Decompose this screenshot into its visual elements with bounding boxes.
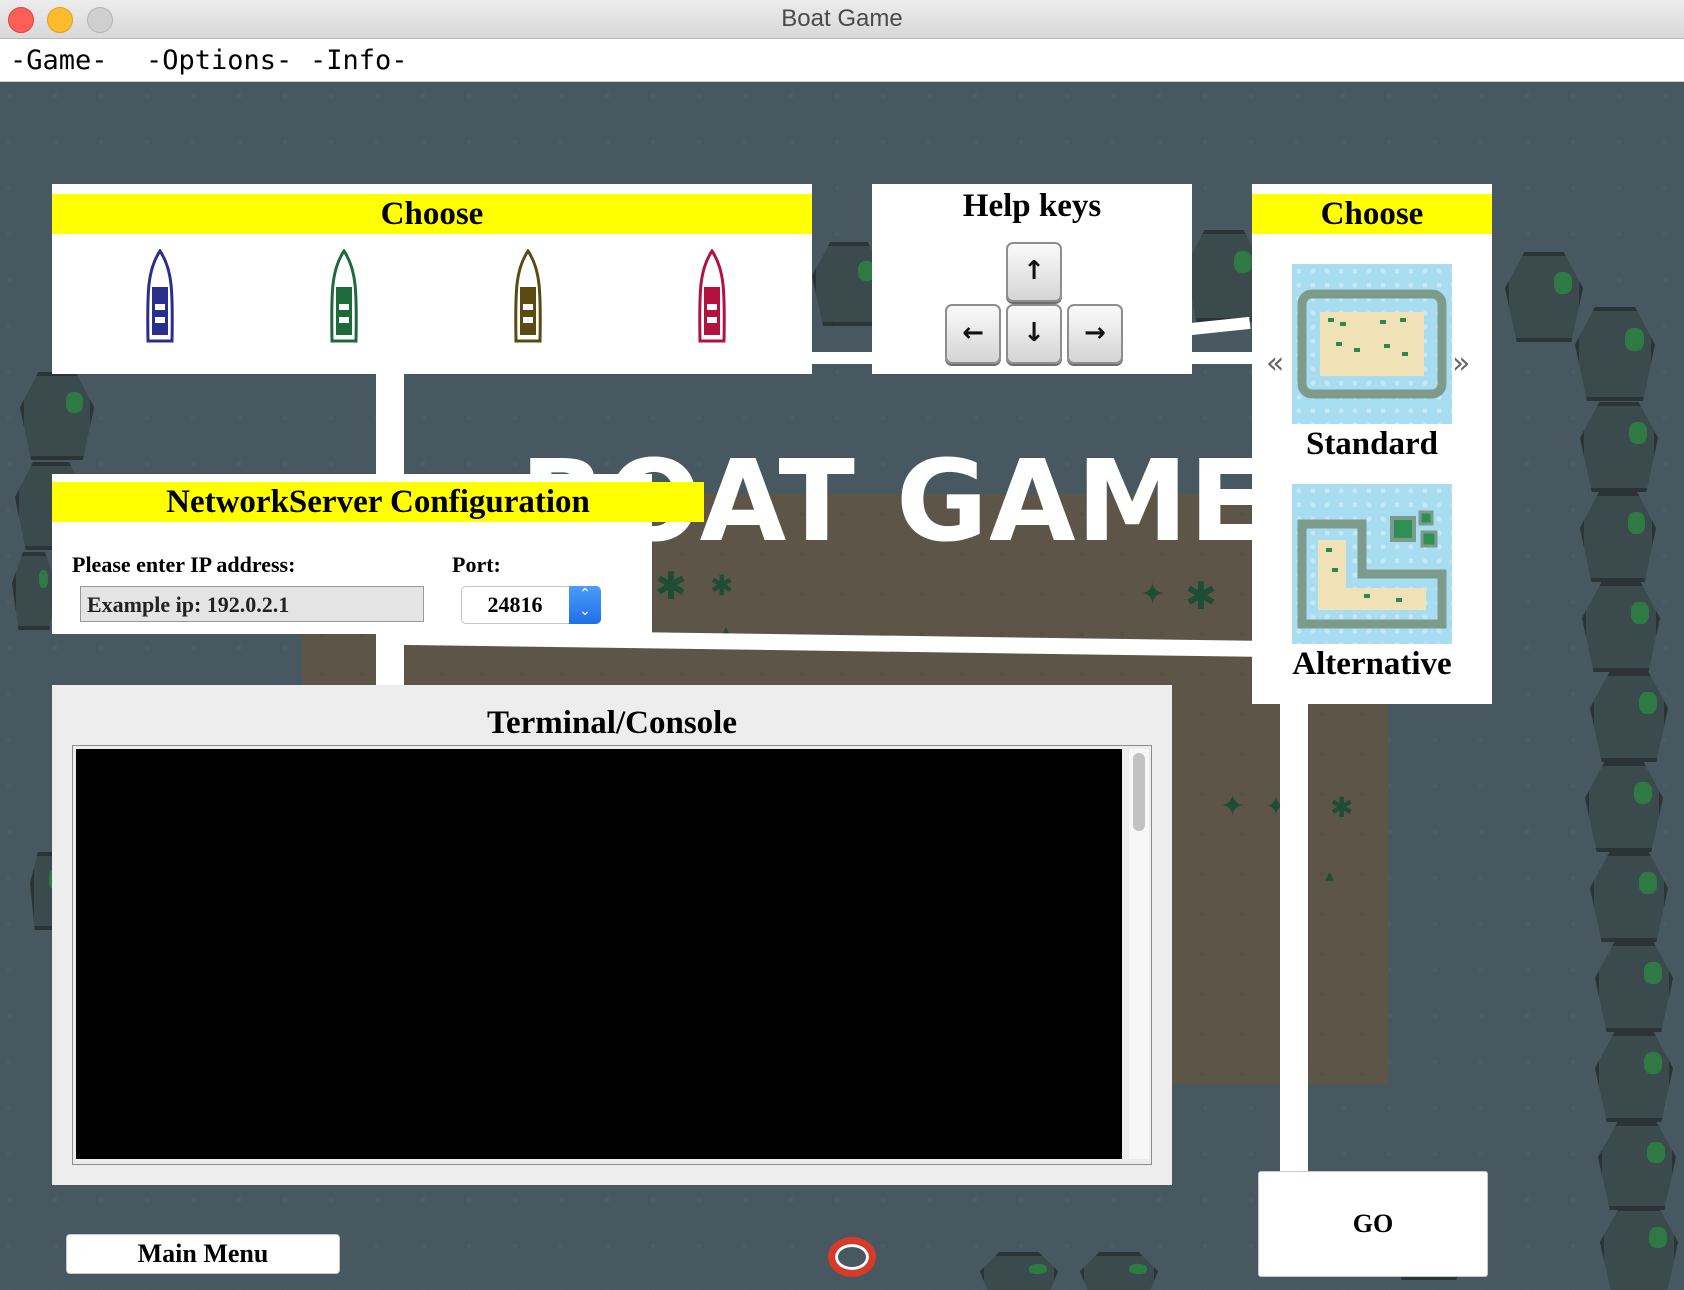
rock [1585,762,1663,852]
network-config-heading: NetworkServer Configuration [52,482,704,522]
window-titlebar: Boat Game [0,0,1684,39]
rock [1598,1122,1676,1210]
rock [1505,252,1583,342]
rock [1580,492,1656,582]
blue-boat-icon [146,248,174,343]
help-keys-panel: Help keys ↑ ← ↓ → [872,184,1192,374]
console-frame [72,745,1152,1165]
olive-boat[interactable] [508,248,548,349]
olive-boat-icon [514,248,542,343]
tree-icon: ▴ [1325,865,1335,886]
rock [1080,1252,1158,1290]
console-output[interactable] [76,749,1122,1159]
prev-map-arrow-icon[interactable]: « [1266,346,1284,381]
console-panel: Terminal/Console [52,685,1172,1185]
life-ring [828,1237,876,1277]
red-boat[interactable] [692,248,732,349]
menu-game[interactable]: -Game- [10,45,108,76]
green-boat-icon [330,248,358,343]
rock [980,1252,1058,1290]
port-spinner[interactable]: 24816 ⌃ ⌄ [461,586,601,624]
standard-map-icon [1297,289,1447,399]
menu-options[interactable]: -Options- [146,45,292,76]
tree-icon: ✱ [1330,791,1354,824]
map-standard-thumbnail[interactable] [1292,264,1452,424]
map-picker-panel: Choose « » Standard Alternative [1252,184,1492,704]
tree-icon: ✦ [1140,577,1166,612]
main-menu-button[interactable]: Main Menu [66,1234,340,1274]
ip-address-input[interactable]: Example ip: 192.0.2.1 [80,586,424,622]
rock [1595,1032,1673,1122]
tree-icon: ✱ [710,569,734,602]
chevron-down-icon[interactable]: ⌄ [569,603,601,620]
rock [1595,942,1673,1032]
console-heading: Terminal/Console [487,705,737,741]
rock [1600,1207,1678,1290]
rock [1575,307,1655,401]
tree-icon: ✱ [655,564,687,608]
map-standard-label: Standard [1305,426,1439,462]
chevron-up-icon[interactable]: ⌃ [569,586,601,603]
port-label: Port: [452,552,501,577]
menu-bar: -Game- -Options- -Info- [0,39,1684,82]
arrow-right-key-icon: → [1067,304,1123,364]
blue-boat[interactable] [140,248,180,349]
rock [1582,582,1660,672]
map-alternative-label: Alternative [1292,646,1452,682]
rock [1590,852,1668,942]
arrow-left-key-icon: ← [945,304,1001,364]
boat-picker-heading: Choose [52,194,812,234]
ip-address-label: Please enter IP address: [72,552,296,577]
red-boat-icon [698,248,726,343]
window-title: Boat Game [781,5,903,32]
green-boat[interactable] [324,248,364,349]
boat-picker-panel: Choose [52,184,812,374]
next-map-arrow-icon[interactable]: » [1452,346,1470,381]
rock [1590,672,1668,762]
port-value: 24816 [487,592,543,617]
rock [12,552,56,630]
port-stepper[interactable]: ⌃ ⌄ [569,586,601,624]
help-keys-heading: Help keys [962,188,1102,224]
map-picker-heading: Choose [1252,194,1492,234]
map-alternative-thumbnail[interactable] [1292,484,1452,644]
tree-icon: ✦ [1220,789,1246,824]
go-button[interactable]: GO [1258,1171,1488,1277]
menu-info[interactable]: -Info- [310,45,408,76]
alternative-map-icon [1297,510,1447,629]
tree-icon: ✱ [1185,574,1217,618]
network-config-panel: NetworkServer Configuration Please enter… [52,474,704,634]
console-scrollbar[interactable] [1129,749,1149,1159]
arrow-down-key-icon: ↓ [1006,304,1062,364]
rock [1580,402,1658,492]
rock [20,372,94,460]
arrow-up-key-icon: ↑ [1006,242,1062,302]
console-scroll-thumb[interactable] [1133,753,1145,831]
